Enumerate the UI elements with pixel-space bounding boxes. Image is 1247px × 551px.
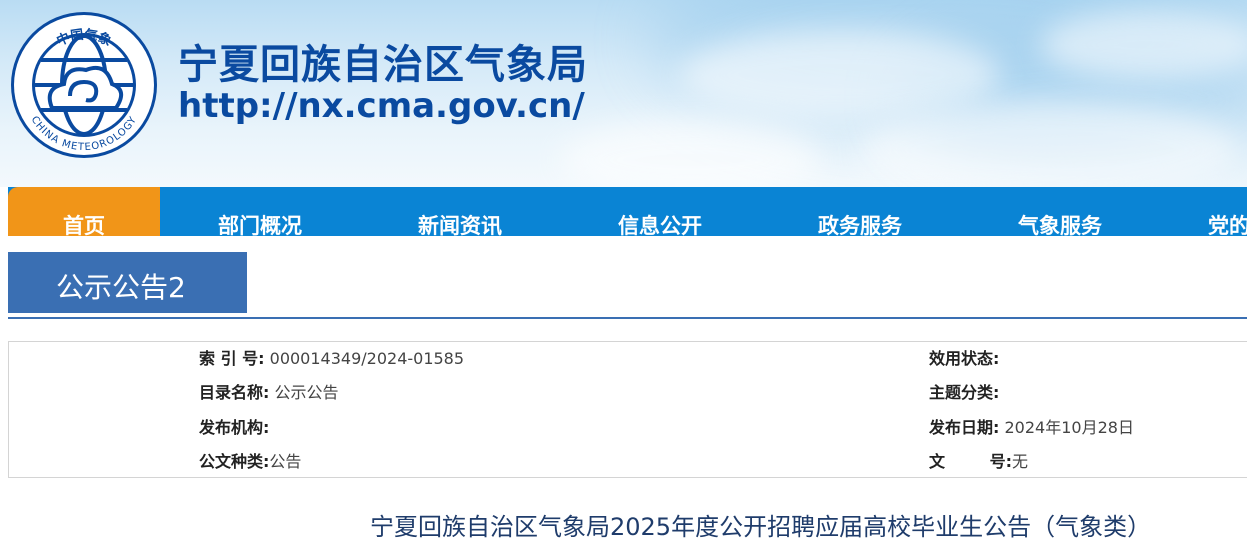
section-title: 公示公告2 — [8, 252, 247, 313]
nav-item-party[interactable]: 党的 — [1160, 187, 1247, 236]
nav-item-news[interactable]: 新闻资讯 — [360, 187, 560, 236]
article-title: 宁夏回族自治区气象局2025年度公开招聘应届高校毕业生公告（气象类） — [370, 513, 1152, 541]
document-meta-box: 索 引 号: 000014349/2024-01585 目录名称: 公示公告 发… — [8, 341, 1247, 478]
meta-status: 效用状态: — [929, 349, 999, 369]
nav-item-home[interactable]: 首页 — [8, 187, 160, 236]
site-title[interactable]: 宁夏回族自治区气象局 — [178, 32, 588, 90]
main-nav: 首页 部门概况 新闻资讯 信息公开 政务服务 气象服务 党的 — [8, 187, 1247, 236]
meta-docno-value: 无 — [1011, 452, 1028, 471]
meta-topic: 主题分类: — [929, 383, 999, 403]
meta-index-label: 索 引 号: — [199, 349, 265, 368]
meta-publisher: 发布机构: — [199, 418, 269, 438]
site-url[interactable]: http://nx.cma.gov.cn/ — [178, 86, 585, 126]
meta-doctype-label: 公文种类: — [199, 452, 270, 471]
meta-date-value: 2024年10月28日 — [1004, 418, 1134, 437]
meta-doctype-value: 公告 — [269, 452, 302, 471]
meta-docno: 文 号:无 — [929, 452, 1028, 472]
meta-index-value: 000014349/2024-01585 — [269, 349, 465, 368]
meta-doctype: 公文种类:公告 — [199, 452, 301, 472]
meta-catalog-label: 目录名称: — [199, 383, 270, 402]
meta-catalog-value: 公示公告 — [274, 383, 339, 402]
meta-date-label: 发布日期: — [929, 418, 1000, 437]
meta-date: 发布日期: 2024年10月28日 — [929, 418, 1134, 438]
cma-logo-icon[interactable]: 中国气象 CHINA METEOROLOGY — [8, 10, 160, 160]
nav-item-about[interactable]: 部门概况 — [160, 187, 360, 236]
section-divider — [8, 317, 1247, 319]
meta-docno-label: 文 号: — [929, 452, 1012, 471]
meta-catalog: 目录名称: 公示公告 — [199, 383, 339, 403]
site-header: 中国气象 CHINA METEOROLOGY 宁夏回族自治区气象局 http:/… — [0, 0, 1247, 187]
meta-topic-label: 主题分类: — [929, 383, 1000, 402]
meta-publisher-label: 发布机构: — [199, 418, 270, 437]
meta-status-label: 效用状态: — [929, 349, 1000, 368]
nav-item-gov-services[interactable]: 政务服务 — [760, 187, 960, 236]
nav-item-info-disclosure[interactable]: 信息公开 — [560, 187, 760, 236]
meta-index: 索 引 号: 000014349/2024-01585 — [199, 349, 464, 369]
nav-item-weather-services[interactable]: 气象服务 — [960, 187, 1160, 236]
